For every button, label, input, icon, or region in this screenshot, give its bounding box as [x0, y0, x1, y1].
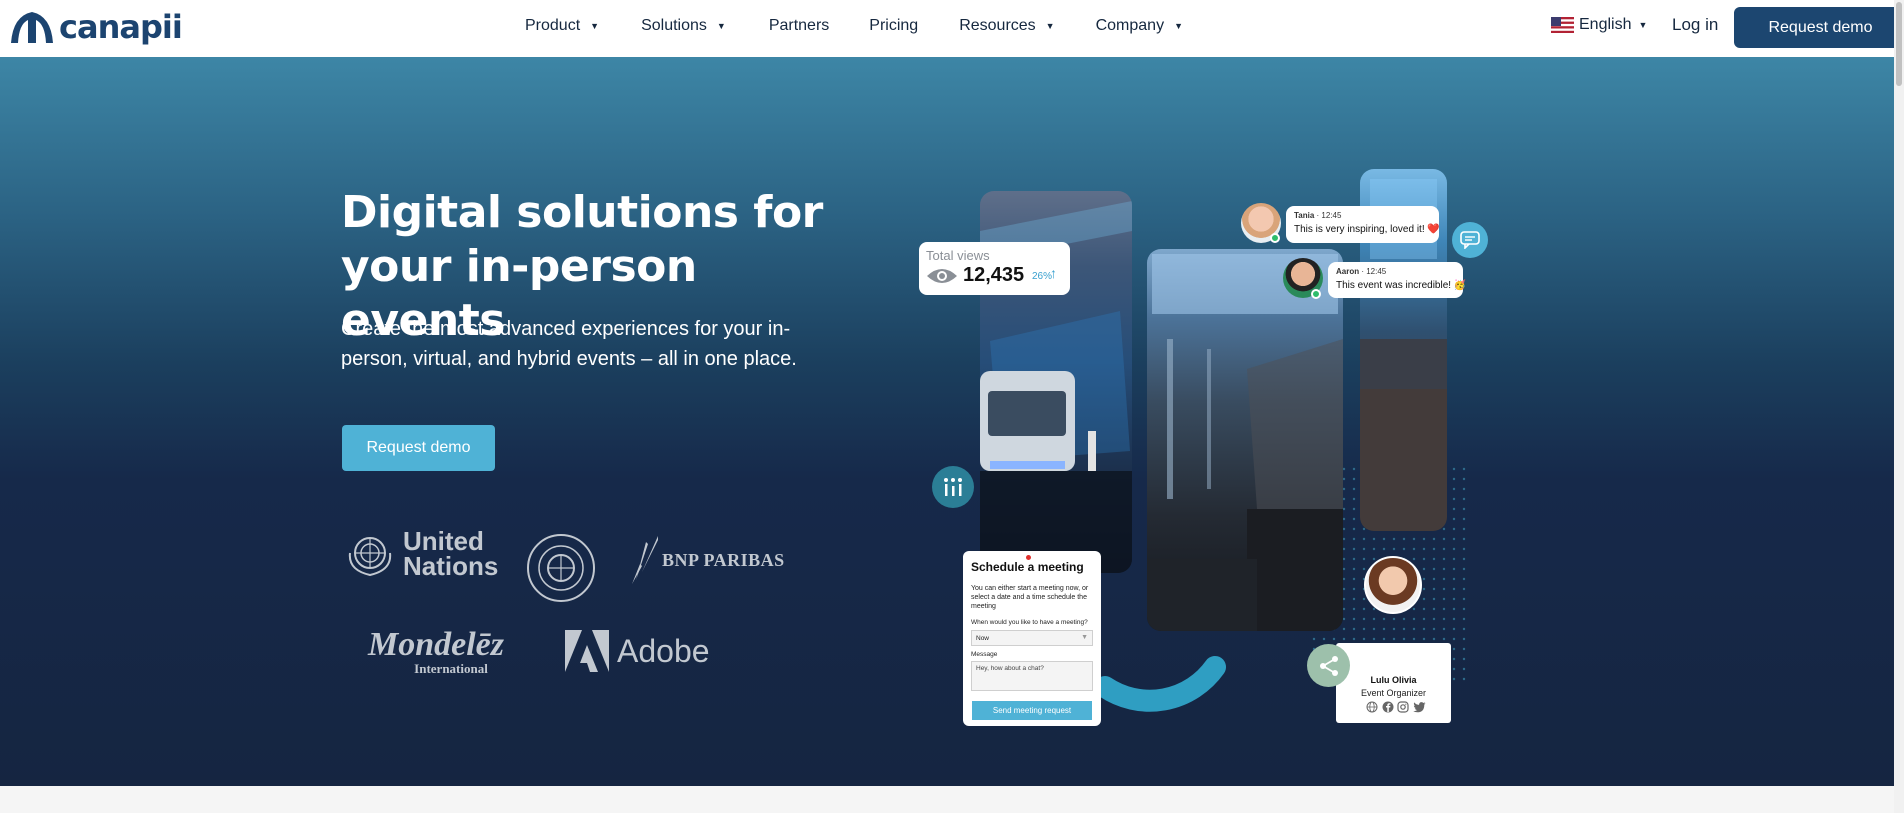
- request-demo-button[interactable]: Request demo: [1734, 7, 1904, 48]
- client-name: Adobe: [617, 632, 710, 669]
- chat-bubble-tania: Tania · 12:45 This is very inspiring, lo…: [1286, 206, 1440, 243]
- caret-down-icon: ▼: [716, 21, 726, 31]
- chat-message: This event was incredible! 🥳: [1336, 280, 1467, 291]
- hero-subheadline: Create the most advanced experiences for…: [341, 318, 797, 370]
- menu-item-label: Partners: [768, 17, 830, 34]
- facebook-icon[interactable]: [1382, 701, 1394, 713]
- audience-illustration: [1147, 254, 1343, 631]
- menu-item-label: Company: [1095, 17, 1165, 34]
- language-label: English: [1579, 16, 1632, 33]
- client-logo-mondelez: Mondelēz International: [368, 628, 504, 676]
- send-meeting-request-button[interactable]: Send meeting request: [972, 701, 1092, 720]
- meeting-title: Schedule a meeting: [971, 560, 1084, 574]
- hero-request-demo-button[interactable]: Request demo: [342, 425, 495, 471]
- meeting-question: When would you like to have a meeting?: [971, 619, 1088, 626]
- chat-bubble-aaron: Aaron · 12:45 This event was incredible!…: [1328, 262, 1467, 298]
- eye-icon: [927, 269, 957, 283]
- poll-icon: [932, 466, 974, 508]
- profile-role: Event Organizer: [1360, 688, 1427, 698]
- arrow-up-icon: ↑: [1050, 265, 1057, 281]
- stat-change: 26%: [1032, 271, 1053, 282]
- globe-icon[interactable]: [1366, 701, 1378, 713]
- adobe-logo-icon: [565, 630, 609, 672]
- chat-message: This is very inspiring, loved it! ❤️: [1294, 224, 1440, 235]
- us-flag-icon: [1551, 17, 1574, 33]
- menu-item-resources[interactable]: Resources ▼: [959, 17, 1054, 35]
- client-name-line: Mondelēz: [368, 626, 504, 663]
- meeting-description: You can either start a meeting now, or s…: [971, 585, 1089, 610]
- instagram-icon[interactable]: [1397, 701, 1409, 713]
- stat-label: Total views: [926, 248, 990, 263]
- chevron-down-icon: ▼: [1081, 634, 1088, 641]
- chat-author: Aaron · 12:45: [1336, 267, 1387, 276]
- brand-logo[interactable]: canapii: [9, 8, 183, 46]
- menu-item-label: Pricing: [869, 17, 919, 34]
- event-photo-audience: [1147, 249, 1343, 631]
- menu-item-label: Resources: [959, 17, 1036, 34]
- bnp-stars-icon: [632, 536, 658, 584]
- profile-card: Lulu Olivia Event Organizer: [1336, 643, 1451, 723]
- menu-item-label: Product: [525, 17, 581, 34]
- client-logo-united-nations: United Nations: [342, 528, 499, 581]
- un-emblem-icon: [348, 537, 392, 577]
- main-menu: Product ▼ Solutions ▼ Partners Pricing R…: [525, 0, 1183, 52]
- caret-down-icon: ▼: [590, 21, 600, 31]
- share-icon[interactable]: [1307, 644, 1350, 687]
- language-selector[interactable]: English ▼: [1551, 16, 1647, 34]
- client-name-line: International: [414, 661, 488, 676]
- online-status-dot: [1311, 289, 1321, 299]
- caret-down-icon: ▼: [1174, 21, 1183, 31]
- caret-down-icon: ▼: [1638, 20, 1648, 30]
- meeting-time-select[interactable]: Now ▼: [971, 630, 1093, 646]
- next-section-edge: [0, 786, 1894, 813]
- menu-item-label: Solutions: [641, 17, 707, 34]
- client-name: BNP PARIBAS: [662, 549, 785, 570]
- caret-down-icon: ▼: [1045, 21, 1055, 31]
- schedule-meeting-card: Schedule a meeting You can either start …: [963, 551, 1101, 726]
- meeting-message-textarea[interactable]: Hey, how about a chat?: [971, 661, 1093, 691]
- avatar-lulu-olivia: [1364, 556, 1422, 614]
- imf-seal-icon: [527, 534, 595, 602]
- menu-item-pricing[interactable]: Pricing: [869, 17, 918, 35]
- select-value: Now: [976, 635, 990, 642]
- social-links: [1366, 701, 1426, 713]
- menu-item-product[interactable]: Product ▼: [525, 17, 599, 35]
- client-logo-bnp-paribas: BNP PARIBAS: [630, 532, 785, 588]
- total-views-card: Total views 12,435 26% ↑: [919, 242, 1070, 295]
- menu-item-solutions[interactable]: Solutions ▼: [641, 17, 726, 35]
- hero-section: Digital solutions for your in-person eve…: [0, 57, 1894, 786]
- top-navigation: canapii Product ▼ Solutions ▼ Partners P…: [0, 0, 1904, 57]
- chat-author: Tania · 12:45: [1294, 211, 1342, 220]
- client-logo-adobe: Adobe: [565, 630, 710, 672]
- client-logo-imf: [525, 532, 597, 604]
- menu-item-company[interactable]: Company ▼: [1096, 17, 1183, 35]
- scrollbar-thumb[interactable]: [1896, 2, 1902, 86]
- logo-mark-icon: [11, 12, 53, 43]
- profile-name: Lulu Olivia: [1370, 675, 1417, 685]
- brand-name: canapii: [59, 8, 183, 46]
- twitter-icon[interactable]: [1413, 701, 1426, 713]
- message-label: Message: [971, 651, 998, 658]
- chat-bubbles-icon: [1452, 222, 1488, 258]
- scrollbar[interactable]: [1894, 0, 1904, 813]
- menu-item-partners[interactable]: Partners: [769, 17, 829, 35]
- login-link[interactable]: Log in: [1672, 15, 1718, 35]
- online-status-dot: [1270, 233, 1280, 243]
- stat-value: 12,435: [963, 264, 1025, 286]
- client-name-line: Nations: [403, 551, 499, 581]
